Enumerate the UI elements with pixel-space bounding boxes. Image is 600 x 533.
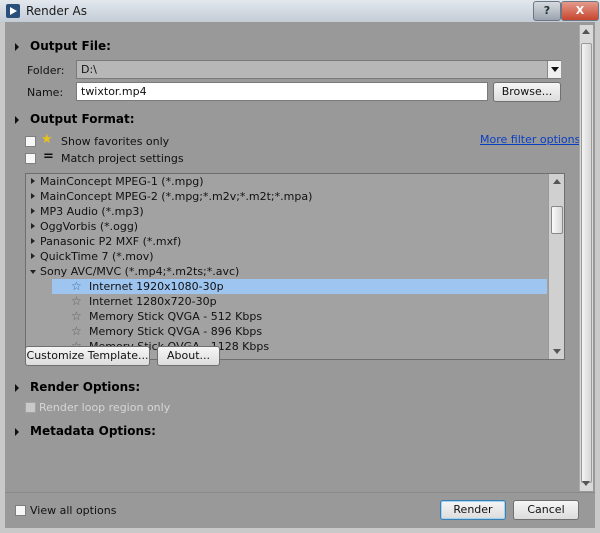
folder-dropdown[interactable]: D:\	[76, 60, 561, 79]
star-icon[interactable]: ☆	[71, 324, 82, 339]
format-tree-list[interactable]: MainConcept MPEG-1 (*.mpg) MainConcept M…	[25, 173, 565, 360]
render-button[interactable]: Render	[440, 500, 506, 520]
customize-template-button[interactable]: Customize Template...	[25, 346, 150, 366]
close-button[interactable]: X	[561, 1, 599, 21]
star-icon[interactable]: ☆	[71, 309, 82, 324]
about-button[interactable]: About...	[157, 346, 220, 366]
output-file-heading: Output File:	[30, 39, 111, 53]
render-loop-region-label: Render loop region only	[39, 401, 171, 414]
dialog-body: Output File: Folder: D:\ Name: twixtor.m…	[5, 22, 595, 528]
footer-divider	[5, 492, 595, 493]
match-project-label: Match project settings	[61, 152, 184, 165]
output-format-heading: Output Format:	[30, 112, 135, 126]
name-label: Name:	[27, 86, 64, 99]
triangle-right-icon[interactable]	[31, 223, 35, 229]
folder-value: D:\	[81, 63, 97, 76]
list-scrollbar[interactable]	[548, 174, 564, 359]
dialog-scrollbar[interactable]	[579, 25, 593, 491]
scroll-up-arrow-icon[interactable]	[582, 29, 590, 34]
triangle-right-icon[interactable]	[31, 253, 35, 259]
chevron-down-icon[interactable]	[547, 61, 561, 78]
triangle-right-icon[interactable]	[31, 238, 35, 244]
render-options-expander-icon[interactable]	[15, 384, 19, 392]
triangle-down-icon[interactable]	[30, 270, 36, 274]
scroll-down-arrow-icon[interactable]	[582, 481, 590, 486]
more-filter-options-link[interactable]: More filter options	[480, 133, 580, 146]
list-item[interactable]: ☆ Internet 1280x720-30p	[26, 294, 548, 309]
list-item[interactable]: Sony AVC/MVC (*.mp4;*.m2ts;*.avc)	[26, 264, 548, 279]
list-scrollbar-thumb[interactable]	[551, 206, 563, 234]
star-icon[interactable]: ☆	[71, 294, 82, 309]
metadata-options-expander-icon[interactable]	[15, 428, 19, 436]
list-item[interactable]: OggVorbis (*.ogg)	[26, 219, 548, 234]
name-input[interactable]: twixtor.mp4	[76, 82, 488, 101]
cancel-button[interactable]: Cancel	[513, 500, 579, 520]
triangle-right-icon[interactable]	[31, 178, 35, 184]
output-format-expander-icon[interactable]	[15, 116, 19, 124]
app-icon	[6, 4, 20, 18]
list-item[interactable]: ☆ Memory Stick QVGA - 512 Kbps	[26, 309, 548, 324]
view-all-options-label: View all options	[30, 504, 117, 517]
render-options-heading: Render Options:	[30, 380, 141, 394]
list-item[interactable]: MainConcept MPEG-2 (*.mpg;*.m2v;*.m2t;*.…	[26, 189, 548, 204]
output-file-expander-icon[interactable]	[15, 43, 19, 51]
list-item[interactable]: Panasonic P2 MXF (*.mxf)	[26, 234, 548, 249]
dialog-scrollbar-thumb[interactable]	[581, 43, 592, 483]
window-title: Render As	[26, 4, 87, 18]
list-item[interactable]: MainConcept MPEG-1 (*.mpg)	[26, 174, 548, 189]
view-all-options-checkbox[interactable]	[15, 505, 26, 516]
triangle-right-icon[interactable]	[31, 193, 35, 199]
help-button[interactable]: ?	[533, 1, 561, 21]
equals-icon: =	[43, 149, 54, 164]
list-item-selected[interactable]: ☆ Internet 1920x1080-30p	[26, 279, 548, 294]
list-item[interactable]: QuickTime 7 (*.mov)	[26, 249, 548, 264]
browse-button[interactable]: Browse...	[493, 82, 561, 102]
star-icon[interactable]: ☆	[71, 279, 82, 294]
render-loop-region-checkbox[interactable]	[25, 402, 36, 413]
scroll-up-arrow-icon[interactable]	[553, 179, 561, 184]
scroll-down-arrow-icon[interactable]	[553, 349, 561, 354]
show-favorites-checkbox[interactable]	[25, 136, 36, 147]
match-project-checkbox[interactable]	[25, 153, 36, 164]
metadata-options-heading: Metadata Options:	[30, 424, 156, 438]
list-item[interactable]: ☆ Memory Stick QVGA - 896 Kbps	[26, 324, 548, 339]
folder-label: Folder:	[27, 64, 65, 77]
star-icon: ★	[41, 132, 53, 147]
show-favorites-label: Show favorites only	[61, 135, 170, 148]
triangle-right-icon[interactable]	[31, 208, 35, 214]
title-bar: Render As ? X	[0, 0, 600, 22]
list-item[interactable]: MP3 Audio (*.mp3)	[26, 204, 548, 219]
